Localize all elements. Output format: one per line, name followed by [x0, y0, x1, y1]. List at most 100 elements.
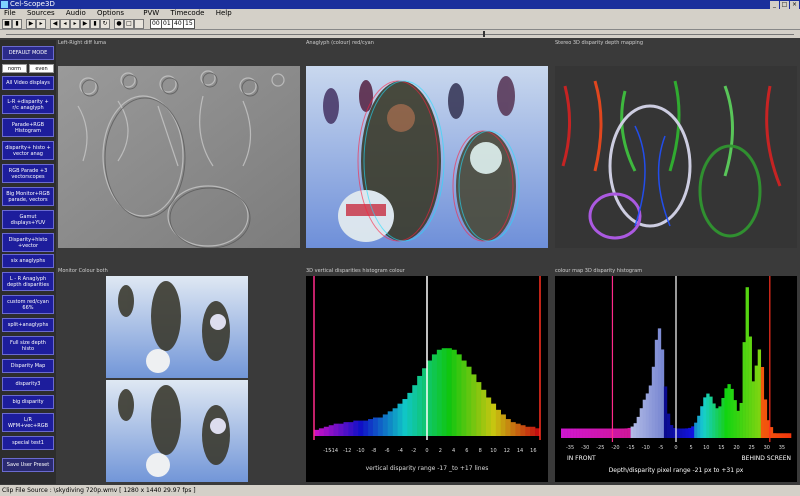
histogram-bar [697, 415, 701, 438]
save-user-preset-button[interactable]: Save User Preset [2, 458, 54, 472]
panel-title: Stereo 3D disparity depth mapping [555, 40, 644, 46]
step-button[interactable]: ▸ [36, 19, 46, 29]
histogram-bar [748, 336, 752, 438]
preset-button[interactable]: disparity3 [2, 377, 54, 391]
status-bar: Clip File Source : \skydiving 720p.wmv [… [0, 485, 800, 496]
histogram-bar [318, 428, 325, 436]
histogram-bar [718, 406, 722, 438]
histogram-bar [597, 428, 601, 438]
histogram-bar [624, 428, 628, 438]
close-button[interactable]: × [790, 1, 799, 9]
histogram-bar [495, 409, 501, 436]
panel-title: 3D vertical disparities histogram colour [306, 268, 405, 274]
histogram-bar [742, 342, 746, 438]
preset-button[interactable]: RGB Parade +3 vectorscopes [2, 164, 54, 183]
histogram-bar [441, 348, 447, 436]
preset-button[interactable]: Parade+RGB Histogram [2, 118, 54, 137]
preset-button[interactable]: special test1 [2, 436, 54, 450]
x-tick-label: -12 [343, 448, 351, 454]
menu-sources[interactable]: Sources [27, 9, 55, 17]
end-button[interactable]: ▮ [90, 19, 100, 29]
preset-button[interactable]: Gamut displays+YUV [2, 210, 54, 229]
scrub-thumb[interactable] [483, 31, 485, 37]
panel-monitor-colour: Monitor Colour both [56, 268, 302, 484]
histogram-bar [382, 414, 388, 436]
rewind-button[interactable]: ◀ [50, 19, 60, 29]
scrub-bar[interactable] [0, 30, 800, 38]
histogram-bar [648, 385, 653, 438]
preset-button[interactable]: Big Monitor+RGB parade, vectors [2, 187, 54, 206]
preset-button[interactable]: Disparity Map [2, 359, 54, 373]
preset-button[interactable]: L/R WFM+vec+RGB [2, 413, 54, 432]
back-frame-button[interactable]: ◂ [60, 19, 70, 29]
fwd-frame-button[interactable]: ▸ [70, 19, 80, 29]
histogram-bar [585, 428, 589, 438]
x-tick-label: 12 [504, 448, 510, 454]
x-tick-label: -6 [385, 448, 390, 454]
menu-options[interactable]: Options [97, 9, 124, 17]
histogram-bar [654, 339, 659, 438]
x-tick-label: -8 [371, 448, 376, 454]
histogram-bar [582, 428, 586, 438]
play-button[interactable]: ▶ [26, 19, 36, 29]
preset-button[interactable]: six anaglyphs [2, 254, 54, 268]
histogram-bar [485, 397, 492, 436]
stop-button[interactable]: ■ [2, 19, 12, 29]
menu-timecode[interactable]: Timecode [170, 9, 204, 17]
x-tick-label: 5 [690, 445, 693, 451]
minimize-button[interactable]: _ [770, 1, 779, 9]
x-tick-label: 10 [703, 445, 709, 451]
histogram-bar [784, 433, 789, 438]
pause-button[interactable]: ▮ [12, 19, 22, 29]
preset-button[interactable]: custom red/cyan 66% [2, 295, 54, 314]
menu-help[interactable]: Help [216, 9, 232, 17]
timecode-hours[interactable]: 00 [150, 19, 162, 29]
histogram-bar [471, 374, 477, 436]
preset-button[interactable]: L - R Anaglyph depth disparities [2, 272, 54, 291]
preset-button[interactable]: Full size depth histo [2, 336, 54, 355]
even-button[interactable]: even [29, 64, 54, 73]
histogram-bar [561, 428, 565, 438]
loop-button[interactable]: ↻ [100, 19, 110, 29]
preset-button[interactable]: disparity+ histo + vector anag [2, 141, 54, 160]
scrub-track[interactable] [6, 34, 794, 35]
histogram-bar [721, 397, 725, 438]
histogram-bar [642, 399, 647, 438]
record-button[interactable]: ● [114, 19, 124, 29]
x-tick-label: -10 [642, 445, 650, 451]
histogram-bar [368, 419, 374, 436]
histogram-bar [730, 388, 734, 438]
timecode-minutes[interactable]: 01 [161, 19, 173, 29]
timecode-frames[interactable]: 15 [183, 19, 195, 29]
toolbar: ■ ▮ ▶ ▸ ◀ ◂ ▸ ▶ ▮ ↻ ● □ 00 01 40 15 [0, 18, 800, 30]
x-tick-label: 16 [530, 448, 536, 454]
preset-button[interactable]: Disparity+histo +vector [2, 233, 54, 252]
histogram-bar [666, 413, 671, 438]
histogram-bar [606, 428, 610, 438]
green-icon-button[interactable] [134, 19, 144, 29]
x-tick-label: -14 [330, 448, 338, 454]
histogram-bar [651, 366, 656, 438]
fast-forward-button[interactable]: ▶ [80, 19, 90, 29]
histogram-bar [657, 328, 662, 438]
histogram-bar [436, 349, 443, 436]
preset-button[interactable]: split+anaglyphs [2, 318, 54, 332]
preset-button[interactable]: All Video displays [2, 76, 54, 90]
maximize-button[interactable]: □ [780, 1, 789, 9]
monitor-button[interactable]: □ [124, 19, 134, 29]
preset-button[interactable]: big disparity [2, 395, 54, 409]
x-tick-label: 2 [439, 448, 442, 454]
norm-button[interactable]: norm [2, 64, 27, 73]
timecode-seconds[interactable]: 40 [172, 19, 184, 29]
histogram-bar [754, 365, 759, 438]
histogram-bar [372, 417, 379, 436]
preset-button[interactable]: L-R +disparity + r/c anaglyph [2, 95, 54, 114]
menu-pvw[interactable]: PVW [143, 9, 159, 17]
menu-audio[interactable]: Audio [66, 9, 86, 17]
panel-vertical-histogram: 3D vertical disparities histogram colour… [304, 268, 550, 484]
histogram-bar [703, 397, 707, 438]
histogram-bar [630, 426, 634, 438]
menu-file[interactable]: File [4, 9, 16, 17]
default-mode-button[interactable]: DEFAULT MODE [2, 46, 54, 60]
histogram-bar [691, 426, 695, 438]
